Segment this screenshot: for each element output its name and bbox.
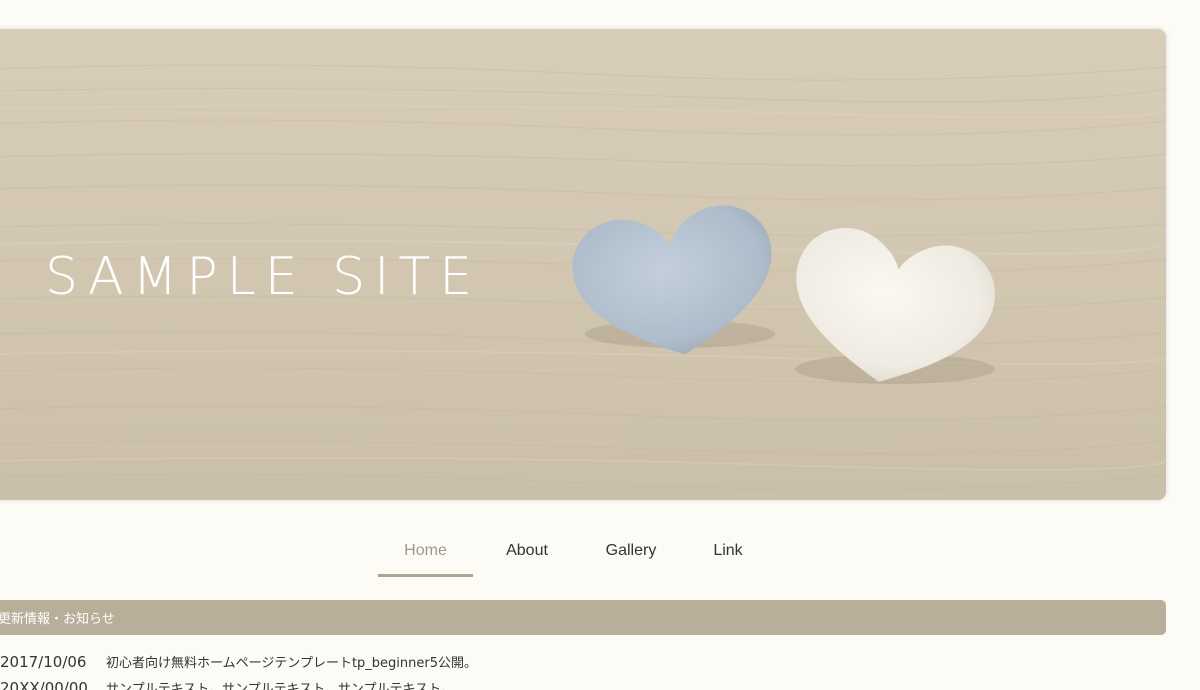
news-text: サンプルテキスト。サンプルテキスト。サンプルテキスト。 bbox=[106, 682, 454, 690]
news-item: 20XX/00/00 サンプルテキスト。サンプルテキスト。サンプルテキスト。 bbox=[0, 678, 454, 690]
news-heading: 更新情報・お知らせ bbox=[0, 612, 115, 627]
main-nav: Home About Gallery Link bbox=[0, 536, 1200, 577]
page: SAMPLE SITE Home About Gallery Link 更新情報… bbox=[0, 0, 1200, 690]
news-item: 2017/10/06 初心者向け無料ホームページテンプレートtp_beginner… bbox=[0, 652, 477, 676]
hero-banner: SAMPLE SITE bbox=[0, 29, 1166, 500]
news-text: 初心者向け無料ホームページテンプレートtp_beginner5公開。 bbox=[106, 656, 478, 671]
nav-item-about[interactable]: About bbox=[490, 536, 564, 574]
nav-item-gallery[interactable]: Gallery bbox=[593, 536, 669, 574]
nav-item-home[interactable]: Home bbox=[378, 536, 473, 577]
news-date: 20XX/00/00 bbox=[0, 679, 88, 690]
news-heading-bar: 更新情報・お知らせ bbox=[0, 600, 1166, 635]
nav-item-link[interactable]: Link bbox=[703, 536, 753, 574]
site-title: SAMPLE SITE bbox=[45, 247, 482, 307]
news-date: 2017/10/06 bbox=[0, 653, 87, 671]
